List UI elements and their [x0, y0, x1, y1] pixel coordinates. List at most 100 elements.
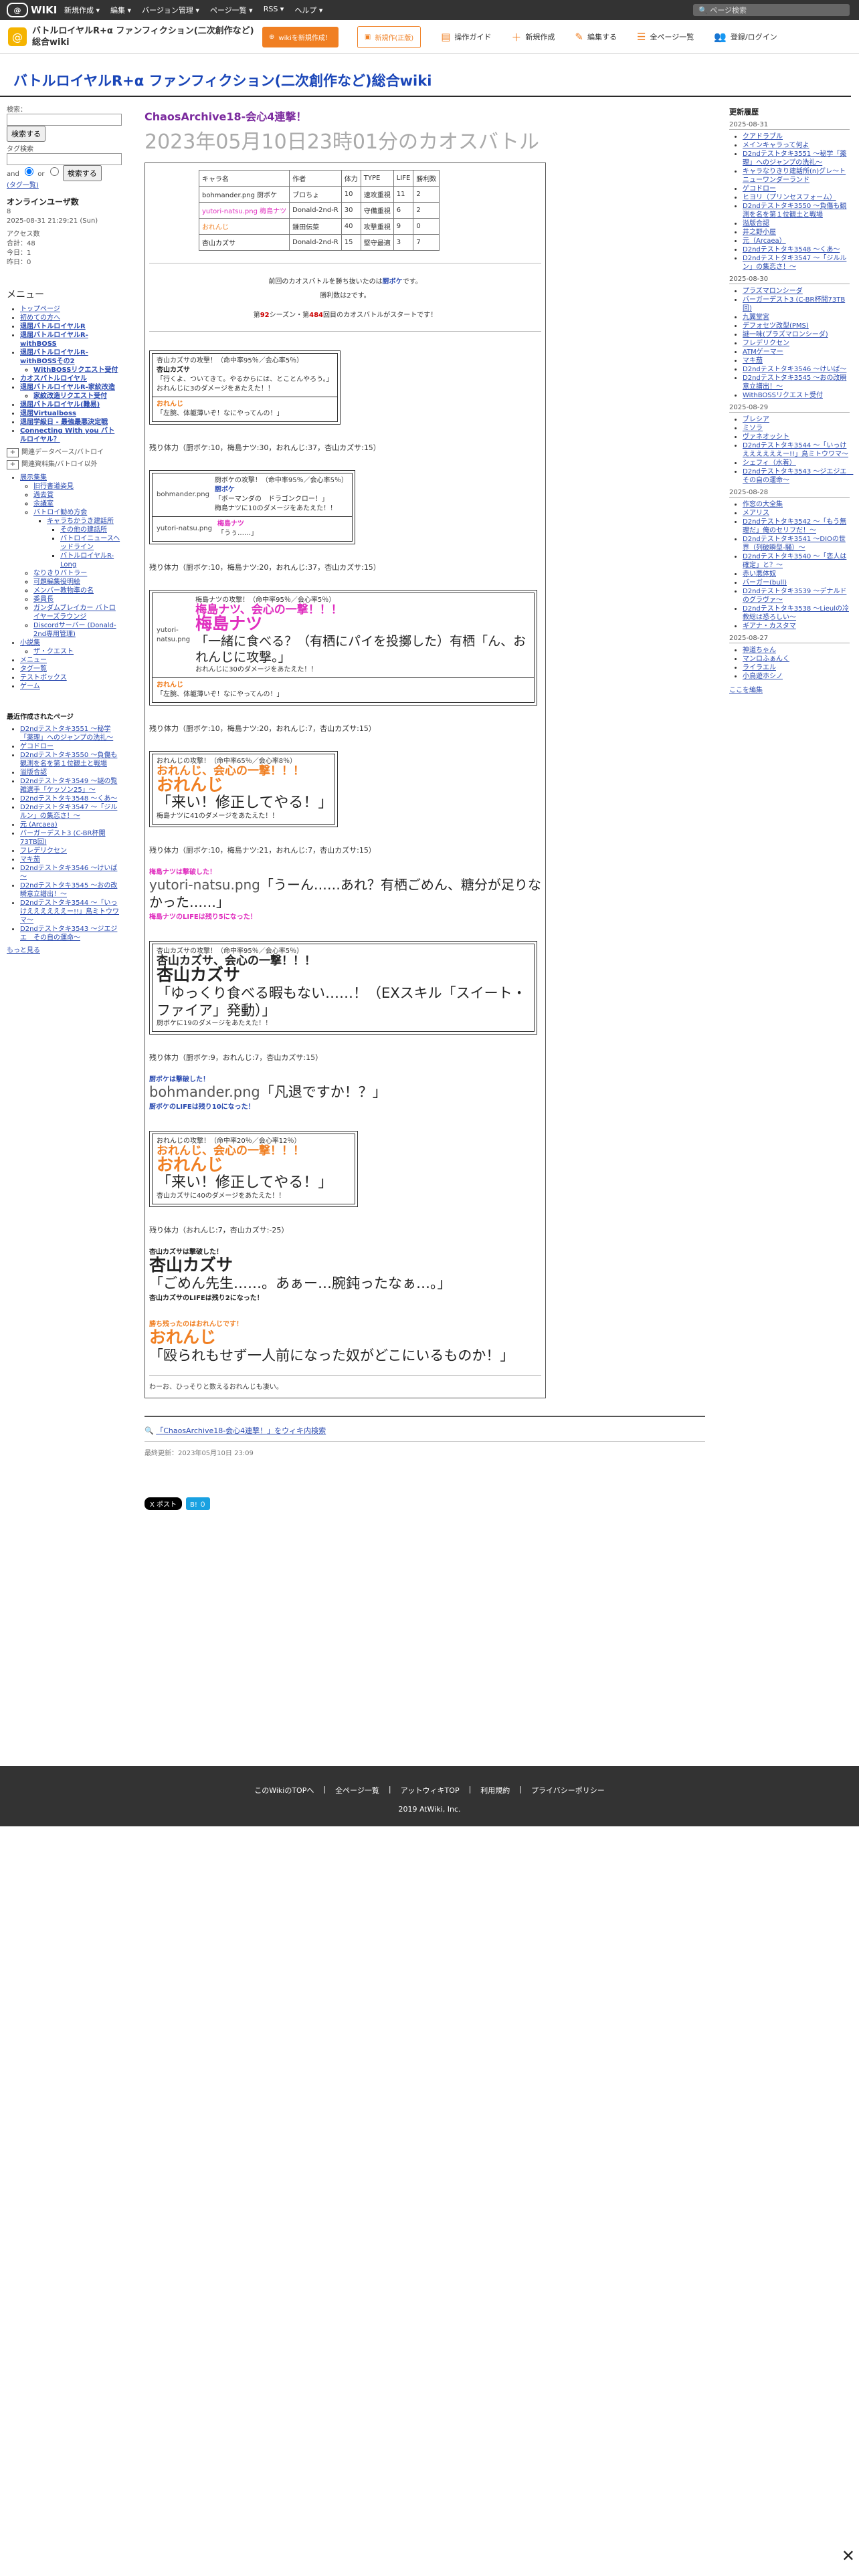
history-item[interactable]: D2ndテストタキ3547 ～「ジルルン」の集恋さ！～ — [743, 254, 850, 272]
history-item[interactable]: 九翼堂宮 — [743, 313, 850, 322]
menu-version[interactable]: バージョン管理 ▾ — [136, 5, 205, 15]
menu-new[interactable]: 新規作成 ▾ — [59, 5, 105, 15]
history-item[interactable]: デフォセツ改型(PMS) — [743, 322, 850, 330]
history-item[interactable]: D2ndテストタキ3542 ～「もう無理だ」俺のセリフだ！～ — [743, 518, 850, 535]
hatena-bookmark-button[interactable]: B! ０ — [186, 1497, 211, 1510]
wiki-search-link[interactable]: 🔍 「ChaosArchive18-会心4連撃！」をウィキ内検索 — [145, 1425, 705, 1436]
and-radio[interactable] — [25, 167, 34, 176]
history-item[interactable]: D2ndテストタキ3541 ～DIOの世界（列破瞬型-騒）～ — [743, 535, 850, 552]
tree-item[interactable]: タグ一覧 — [20, 665, 120, 673]
history-item[interactable]: D2ndテストタキ3551 ～秘学「薬理」へのジャンプの洗礼～ — [743, 150, 850, 167]
history-item[interactable]: ライラエル — [743, 663, 850, 672]
wiki-search-input[interactable] — [7, 114, 122, 126]
tree-item[interactable]: メニュー — [20, 656, 120, 665]
cell-name[interactable]: bohmander.png 厨ボケ — [198, 186, 290, 203]
tree-item[interactable]: バトロイ勧め方会 キャラちかうき建話所 その他の建話所 バトロイニュースヘッドラ… — [33, 508, 120, 569]
wiki-new-button[interactable]: ⊕ wikiを新規作成！ — [262, 26, 339, 47]
menu-item[interactable]: カオスバトルロイヤル — [20, 374, 120, 383]
history-item[interactable]: D2ndテストタキ3545 ～おの改瞬意立譜出！～ — [743, 374, 850, 391]
tree-item[interactable]: バトロイニュースヘッドライン — [60, 534, 120, 552]
history-item[interactable]: キャラなりきり建話所(n)グレ～トニューワンダーランド — [743, 167, 850, 185]
tree-item[interactable]: テストボックス — [20, 673, 120, 682]
expand-icon[interactable]: + — [7, 448, 19, 457]
tree-item[interactable]: Discordサーバー (Donald-2nd専用管理) — [33, 621, 120, 639]
history-item[interactable]: D2ndテストタキ3540 ～「恋人は確定」と？～ — [743, 552, 850, 570]
or-radio[interactable] — [50, 167, 59, 176]
edit-link[interactable]: ✎ 編集する — [575, 30, 617, 44]
history-item[interactable]: プラズマロンシーダ — [743, 287, 850, 296]
tag-search-input[interactable] — [7, 153, 122, 165]
history-item[interactable]: D2ndテストタキ3538 ～Lieulの冷教総は恐ろしい～ — [743, 605, 850, 622]
history-item[interactable]: D2ndテストタキ3550 ～負傷も観測を名を第１位観土と戦場 — [743, 202, 850, 219]
history-item[interactable]: 神道ちゃん — [743, 646, 850, 655]
recent-item[interactable]: マキ茄 — [20, 855, 120, 864]
menu-item[interactable]: WithBOSSリクエスト受付 — [33, 366, 120, 374]
history-item[interactable]: シェフィ（水着） — [743, 459, 850, 467]
history-item[interactable]: ミソラ — [743, 424, 850, 433]
footer-link[interactable]: このWikiのTOPへ — [254, 1785, 314, 1796]
history-item[interactable]: D2ndテストタキ3546 ～けいば～ — [743, 365, 850, 374]
history-item[interactable]: メアリス — [743, 509, 850, 518]
site-title[interactable]: バトルロイヤルR+α ファンフィクション(二次創作など)総合wiki — [32, 25, 257, 48]
collapse-2[interactable]: 関連資料集/バトロイ以外 — [21, 461, 98, 468]
tag-search-button[interactable]: 検索する — [62, 165, 102, 181]
history-item[interactable]: ヴァネオッシト — [743, 433, 850, 441]
recent-item[interactable]: D2ndテストタキ3545 ～おの改瞬意立譜出！～ — [20, 881, 120, 899]
recent-item[interactable]: D2ndテストタキ3546 ～けいば～ — [20, 864, 120, 881]
history-item[interactable]: 元（Arcaea） — [743, 237, 850, 245]
history-item[interactable]: バーガー(bull) — [743, 578, 850, 587]
more-link[interactable]: もっと見る — [7, 947, 40, 954]
history-item[interactable]: ゲコドロー — [743, 185, 850, 193]
expand-icon[interactable]: + — [7, 460, 19, 469]
history-item[interactable]: メインキャラって何よ — [743, 141, 850, 150]
history-item[interactable]: フレデリクセン — [743, 339, 850, 348]
history-item[interactable]: ブレシア — [743, 415, 850, 424]
menu-item[interactable]: 退屈バトルロイヤルR — [20, 322, 120, 331]
page-search-input[interactable]: 🔍 ページ検索 — [693, 4, 850, 16]
menu-item[interactable]: 家紋改造リクエスト受付 — [33, 392, 120, 401]
search-button[interactable]: 検索する — [7, 126, 45, 142]
footer-link[interactable]: 利用規約 — [480, 1785, 510, 1796]
tree-item[interactable]: メンバー教物準の名 — [33, 586, 120, 595]
x-post-button[interactable]: X ポスト — [145, 1497, 183, 1510]
history-item[interactable]: マンロふぁんく — [743, 655, 850, 663]
recent-item[interactable]: フレデリクセン — [20, 847, 120, 855]
atwiki-logo[interactable]: @ WIKI — [0, 3, 59, 17]
recent-item[interactable]: D2ndテストタキ3544 ～「いっけええええええー!!」鳥ミトウワマ～ — [20, 899, 120, 925]
tree-item[interactable]: ゲーム — [20, 682, 120, 691]
tree-item[interactable]: 委員長 — [33, 595, 120, 604]
wiki-update-button[interactable]: ▣ 新規作(正版) — [357, 25, 421, 48]
login-link[interactable]: 👥 登録/ログイン — [714, 30, 777, 44]
recent-item[interactable]: バーガーデスト3 (C-BR杯開73TB回) — [20, 829, 120, 847]
new-page-link[interactable]: ＋新規作成 — [511, 30, 555, 44]
history-item[interactable]: バーガーデスト3 (C-BR杯開73TB回) — [743, 296, 850, 313]
tree-item[interactable]: 過去賞 — [33, 491, 120, 500]
tree-item[interactable]: 可題編集役明絵 — [33, 578, 120, 586]
tree-item[interactable]: その他の建話所 — [60, 526, 120, 534]
menu-item[interactable]: 退屈Virtualboss — [20, 409, 120, 418]
close-icon[interactable]: ✕ — [842, 2547, 855, 2565]
cell-name[interactable]: 杏山カズサ — [198, 234, 290, 251]
menu-edit[interactable]: 編集 ▾ — [105, 5, 136, 15]
history-item[interactable]: D2ndテストタキ3544 ～「いっけええええええー!!」鳥ミトウワマ～ — [743, 441, 850, 459]
menu-pages[interactable]: ページ一覧 ▾ — [205, 5, 258, 15]
history-item[interactable]: 赤い悪体奴 — [743, 570, 850, 578]
menu-item[interactable]: 退屈バトルロイヤルR-withBOSSその2 WithBOSSリクエスト受付 — [20, 348, 120, 374]
tree-item[interactable]: 展示集集 旧行書道姿見 過去賞 余議室 バトロイ勧め方会 キャラちかうき建話所 … — [20, 473, 120, 639]
recent-item[interactable]: D2ndテストタキ3548 ～くあ～ — [20, 794, 120, 803]
history-item[interactable]: ギアナ・カスタマ — [743, 622, 850, 631]
recent-item[interactable]: 元 (Arcaea) — [20, 821, 120, 829]
tree-item[interactable]: ザ・クエスト — [33, 647, 120, 656]
history-item[interactable]: ヒヨリ（プリンセスフォーム） — [743, 193, 850, 202]
recent-item[interactable]: D2ndテストタキ3547 ～「ジルルン」の集恋さ！～ — [20, 803, 120, 821]
menu-item[interactable]: 退屈学級日 - 最強最悪決定戦 — [20, 418, 120, 427]
tag-list-link[interactable]: (タグ一覧) — [7, 182, 39, 189]
footer-link[interactable]: 全ページ一覧 — [335, 1785, 379, 1796]
tree-item[interactable]: キャラちかうき建話所 その他の建話所 バトロイニュースヘッドライン バトルロイヤ… — [47, 517, 120, 569]
recent-item[interactable]: D2ndテストタキ3551 ～秘学「薬理」へのジャンプの洗礼～ — [20, 725, 120, 742]
footer-link[interactable]: プライバシーポリシー — [531, 1785, 605, 1796]
tree-item[interactable]: 小説集 ザ・クエスト — [20, 639, 120, 656]
recent-item[interactable]: ゲコドロー — [20, 742, 120, 751]
history-item[interactable]: D2ndテストタキ3548 ～くあ～ — [743, 245, 850, 254]
tree-item[interactable]: なりきりバトラー — [33, 569, 120, 578]
